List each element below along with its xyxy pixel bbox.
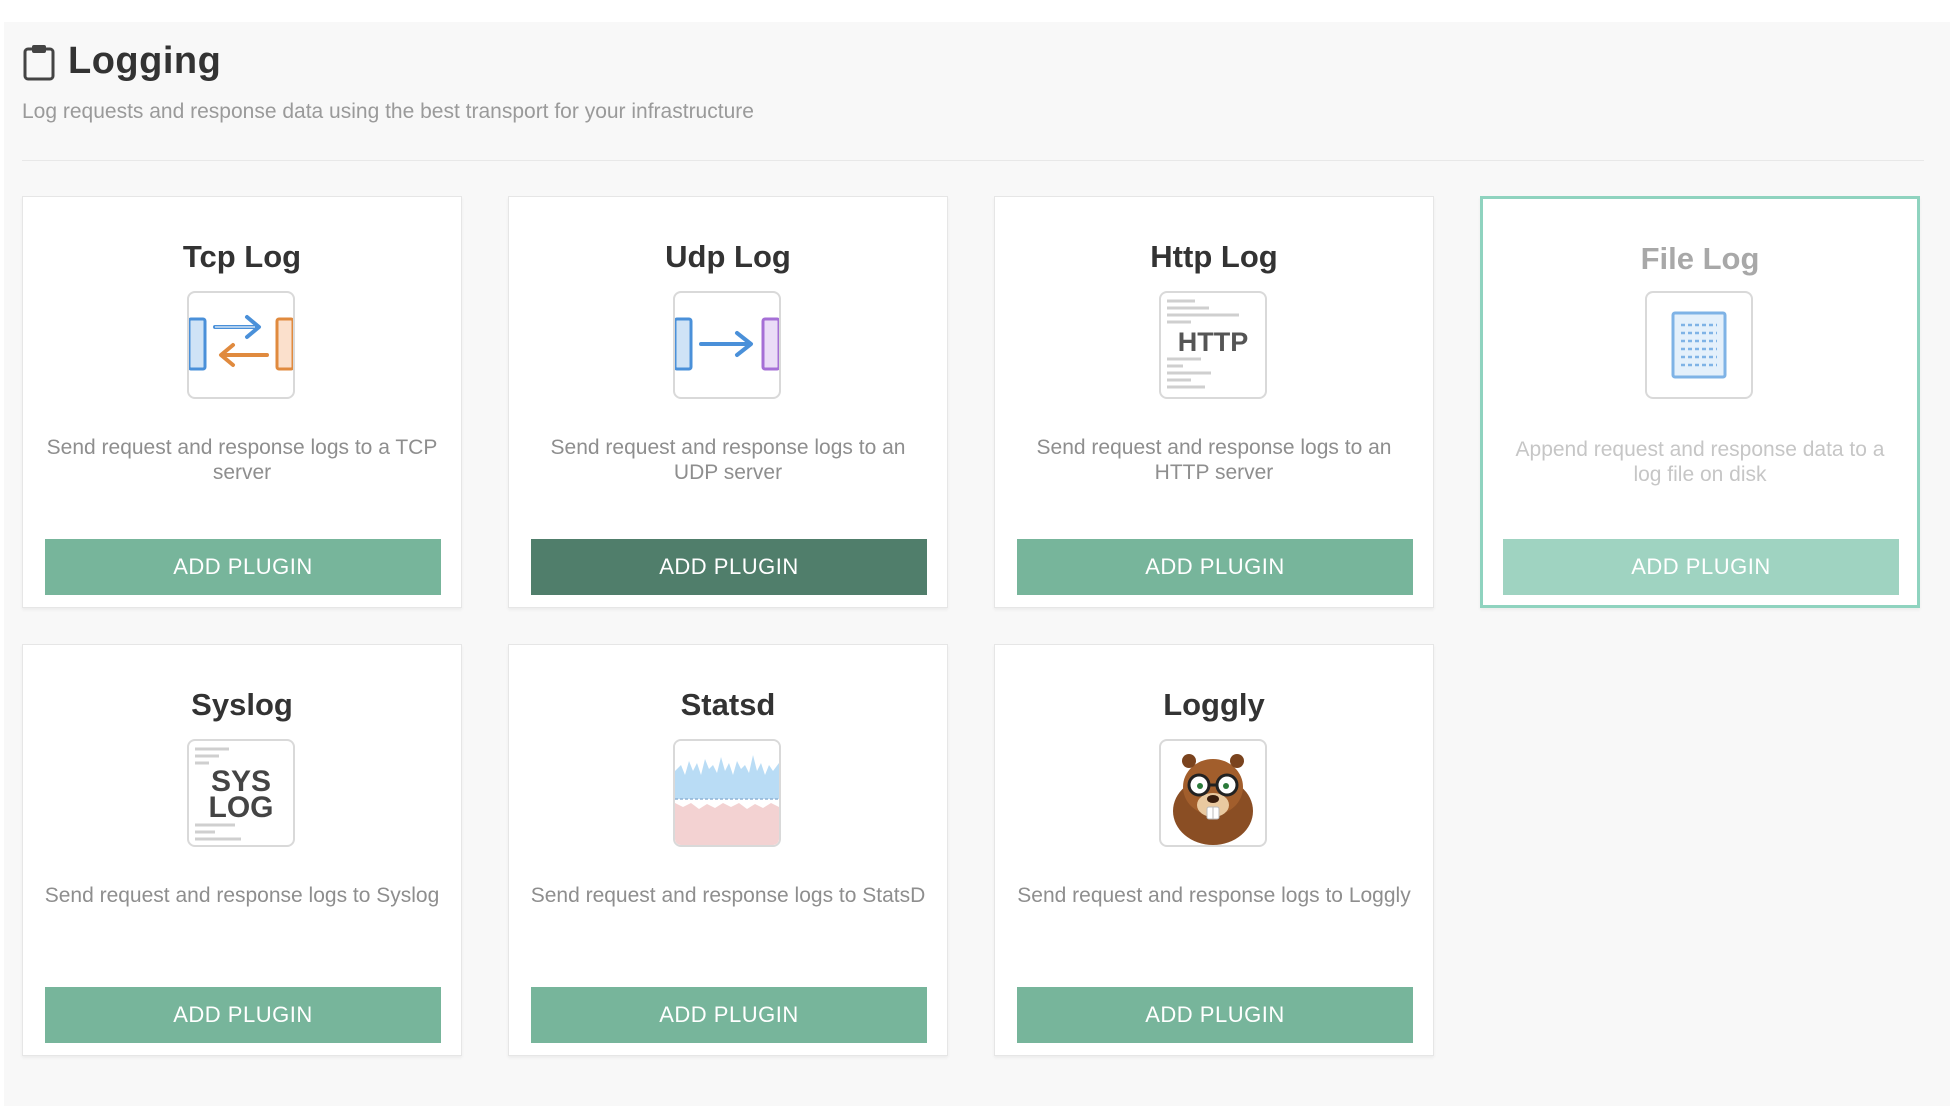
plugin-card-http-log[interactable]: Http Log HTTP Send request and response … — [994, 196, 1434, 608]
add-plugin-button[interactable]: ADD PLUGIN — [45, 987, 441, 1043]
plugin-description: Send request and response logs to Loggly — [1017, 884, 1411, 907]
add-plugin-button[interactable]: ADD PLUGIN — [531, 987, 927, 1043]
syslog-icon: SYS LOG — [187, 739, 295, 847]
add-plugin-button[interactable]: ADD PLUGIN — [45, 539, 441, 595]
plugin-title: Http Log — [1150, 239, 1278, 274]
plugin-card-statsd[interactable]: Statsd Send request and response logs to… — [508, 644, 948, 1056]
add-plugin-button[interactable]: ADD PLUGIN — [1503, 539, 1899, 595]
statsd-graph-icon — [673, 739, 781, 847]
svg-text:LOG: LOG — [209, 791, 274, 824]
section-header: Logging — [22, 40, 221, 83]
plugin-description: Send request and response logs to StatsD — [530, 884, 926, 907]
add-plugin-button[interactable]: ADD PLUGIN — [531, 539, 927, 595]
file-document-icon — [1645, 291, 1753, 399]
add-plugin-button[interactable]: ADD PLUGIN — [1017, 539, 1413, 595]
plugin-title: Tcp Log — [182, 239, 302, 274]
tcp-arrows-icon — [187, 291, 295, 399]
plugin-title: Syslog — [191, 687, 293, 722]
loggly-beaver-icon — [1159, 739, 1267, 847]
plugin-description: Send request and response logs to an UDP… — [550, 436, 906, 484]
page-subtitle: Log requests and response data using the… — [22, 100, 754, 123]
clipboard-icon — [23, 44, 55, 80]
udp-arrow-icon — [673, 291, 781, 399]
svg-text:HTTP: HTTP — [1178, 327, 1249, 357]
page-title: Logging — [68, 40, 222, 82]
plugin-title: File Log — [1640, 241, 1760, 276]
header-divider — [22, 160, 1924, 161]
http-icon: HTTP — [1159, 291, 1267, 399]
plugin-description: Send request and response logs to an HTT… — [1036, 436, 1392, 484]
plugin-card-udp-log[interactable]: Udp Log Send request and response logs t… — [508, 196, 948, 608]
plugin-description: Send request and response logs to Syslog — [44, 884, 440, 907]
plugin-card-syslog[interactable]: Syslog SYS LOG Send request and response… — [22, 644, 462, 1056]
plugin-card-tcp-log[interactable]: Tcp Log Send request and response logs t… — [22, 196, 462, 608]
plugin-title: Udp Log — [665, 239, 791, 274]
plugin-title: Loggly — [1163, 687, 1265, 722]
plugin-title: Statsd — [680, 687, 776, 722]
plugin-description: Send request and response logs to a TCP … — [46, 436, 438, 484]
plugin-description: Append request and response data to a lo… — [1515, 438, 1885, 486]
add-plugin-button[interactable]: ADD PLUGIN — [1017, 987, 1413, 1043]
plugin-card-file-log[interactable]: File Log Append request and response dat… — [1480, 196, 1920, 608]
plugin-card-loggly[interactable]: Loggly Send request and response logs to… — [994, 644, 1434, 1056]
